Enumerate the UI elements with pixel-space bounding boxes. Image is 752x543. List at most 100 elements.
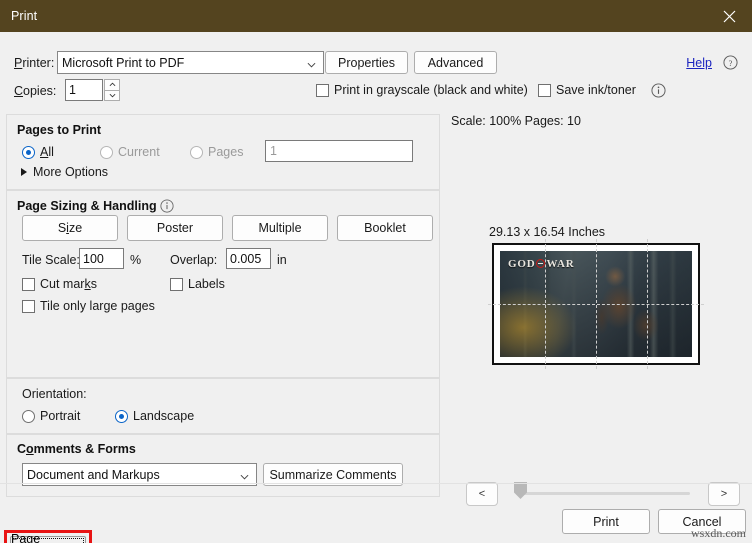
booklet-button[interactable]: Booklet <box>337 215 433 241</box>
radio-portrait[interactable]: Portrait <box>22 409 80 423</box>
info-circle-icon[interactable] <box>160 199 174 213</box>
radio-landscape[interactable]: Landscape <box>115 409 194 423</box>
properties-button[interactable]: Properties <box>325 51 408 74</box>
tile-only-checkbox[interactable]: Tile only large pages <box>22 299 155 313</box>
tile-only-label: Tile only large pages <box>40 299 155 313</box>
radio-all[interactable]: All <box>22 145 54 159</box>
pages-range-input[interactable]: 1 <box>265 140 413 162</box>
advanced-label: Advanced <box>427 55 484 70</box>
section-page-sizing: Page Sizing & Handling Size Poster Multi… <box>6 190 440 378</box>
pages-to-print-title: Pages to Print <box>17 123 102 137</box>
more-options-label: More Options <box>33 165 109 179</box>
portrait-label: Portrait <box>40 409 81 423</box>
poster-button[interactable]: Poster <box>127 215 223 241</box>
pages-range-value: 1 <box>270 144 277 158</box>
comments-forms-title: Comments & Forms <box>17 442 136 456</box>
grayscale-label: Print in grayscale (black and white) <box>334 83 528 97</box>
more-options-toggle[interactable]: More Options <box>21 165 108 179</box>
printer-row: Printer: Microsoft Print to PDF Properti… <box>0 42 752 74</box>
chevron-right-icon: > <box>720 488 728 500</box>
window-title: Print <box>11 9 38 23</box>
page-setup-label: Page Setup... <box>11 531 41 543</box>
window-titlebar: Print <box>0 0 752 32</box>
multiple-label: Multiple <box>258 221 302 235</box>
save-ink-checkbox[interactable]: Save ink/toner <box>538 83 636 97</box>
print-dialog: Print Printer: Microsoft Print to PDF Pr… <box>0 0 752 543</box>
multiple-button[interactable]: Multiple <box>232 215 328 241</box>
page-setup-button[interactable]: Page Setup... <box>10 532 86 543</box>
booklet-label: Booklet <box>364 221 406 235</box>
preview-page-frame: GOD WAR <box>488 239 704 369</box>
page-sizing-title-text: Page Sizing & Handling <box>17 199 157 213</box>
scale-pages-text: Scale: 100% Pages: 10 <box>451 114 581 128</box>
page-setup-highlight: Page Setup... <box>4 530 92 543</box>
radio-indicator <box>100 145 113 159</box>
preview-panel: Scale: 100% Pages: 10 29.13 x 16.54 Inch… <box>448 114 746 525</box>
radio-current[interactable]: Current <box>100 145 160 159</box>
radio-pages[interactable]: Pages <box>190 145 243 159</box>
help-link[interactable]: Help <box>686 56 712 70</box>
copies-label: Copies: <box>14 84 57 98</box>
copies-stepper[interactable] <box>104 79 120 101</box>
landscape-label: Landscape <box>133 409 195 423</box>
info-circle-icon[interactable] <box>651 83 666 98</box>
size-label: Size <box>57 221 83 235</box>
radio-indicator <box>22 409 35 423</box>
page-slider-track[interactable] <box>516 492 690 495</box>
save-ink-label: Save ink/toner <box>556 83 636 97</box>
print-label: Print <box>593 514 619 529</box>
labels-checkbox[interactable]: Labels <box>170 277 225 291</box>
radio-indicator <box>115 409 128 423</box>
preview-dimensions-text: 29.13 x 16.54 Inches <box>489 225 606 239</box>
printer-label-rest: rinter: <box>22 56 55 70</box>
section-pages-to-print: Pages to Print All Current Pages 1 More … <box>6 114 440 190</box>
advanced-button[interactable]: Advanced <box>414 51 497 74</box>
comments-title-rest: mments & Forms <box>33 442 136 456</box>
section-orientation: Orientation: Portrait Landscape <box>6 378 440 434</box>
tile-scale-input[interactable]: 100 <box>79 248 124 269</box>
next-page-button[interactable]: > <box>708 482 740 506</box>
properties-label: Properties <box>338 55 395 70</box>
radio-all-label: All <box>40 145 54 159</box>
inch-unit: in <box>277 253 287 267</box>
orientation-title: Orientation: <box>22 387 87 401</box>
triangle-right-icon <box>21 168 27 176</box>
tile-guide-line <box>488 304 704 305</box>
overlap-input[interactable]: 0.005 <box>226 248 271 269</box>
watermark: wsxdn.com <box>691 526 746 540</box>
copies-value: 1 <box>69 83 76 97</box>
checkbox-box <box>316 83 329 97</box>
percent-unit: % <box>130 253 142 267</box>
grayscale-checkbox[interactable]: Print in grayscale (black and white) <box>316 83 528 97</box>
radio-current-label: Current <box>118 145 160 159</box>
summarize-label: Summarize Comments <box>269 467 397 482</box>
tile-scale-label: Tile Scale: <box>22 253 80 267</box>
chevron-up-icon[interactable] <box>104 79 120 90</box>
print-button[interactable]: Print <box>562 509 650 534</box>
printer-select[interactable]: Microsoft Print to PDF <box>57 51 324 74</box>
radio-pages-label: Pages <box>208 145 244 159</box>
page-slider-thumb[interactable] <box>514 482 527 499</box>
copies-input[interactable]: 1 <box>65 79 103 101</box>
checkbox-box <box>22 299 35 313</box>
preview-title-left: GOD <box>508 258 536 270</box>
section-comments-forms: Comments & Forms Document and Markups Su… <box>6 434 440 497</box>
dialog-body: Printer: Microsoft Print to PDF Properti… <box>0 32 752 543</box>
tile-scale-value: 100 <box>83 251 104 266</box>
printer-select-value: Microsoft Print to PDF <box>62 55 185 70</box>
chevron-down-icon <box>307 58 316 68</box>
question-circle-icon[interactable]: ? <box>723 55 738 70</box>
preview-title-right: WAR <box>546 258 575 270</box>
radio-indicator <box>190 145 203 159</box>
svg-text:?: ? <box>729 58 733 68</box>
checkbox-box <box>170 277 183 291</box>
chevron-left-icon: < <box>478 488 486 500</box>
radio-indicator <box>22 145 35 159</box>
previous-page-button[interactable]: < <box>466 482 498 506</box>
checkbox-box <box>538 83 551 97</box>
chevron-down-icon[interactable] <box>104 89 120 101</box>
cut-marks-checkbox[interactable]: Cut marks <box>22 277 97 291</box>
size-button[interactable]: Size <box>22 215 118 241</box>
close-icon[interactable] <box>706 0 752 32</box>
poster-label: Poster <box>156 221 194 235</box>
